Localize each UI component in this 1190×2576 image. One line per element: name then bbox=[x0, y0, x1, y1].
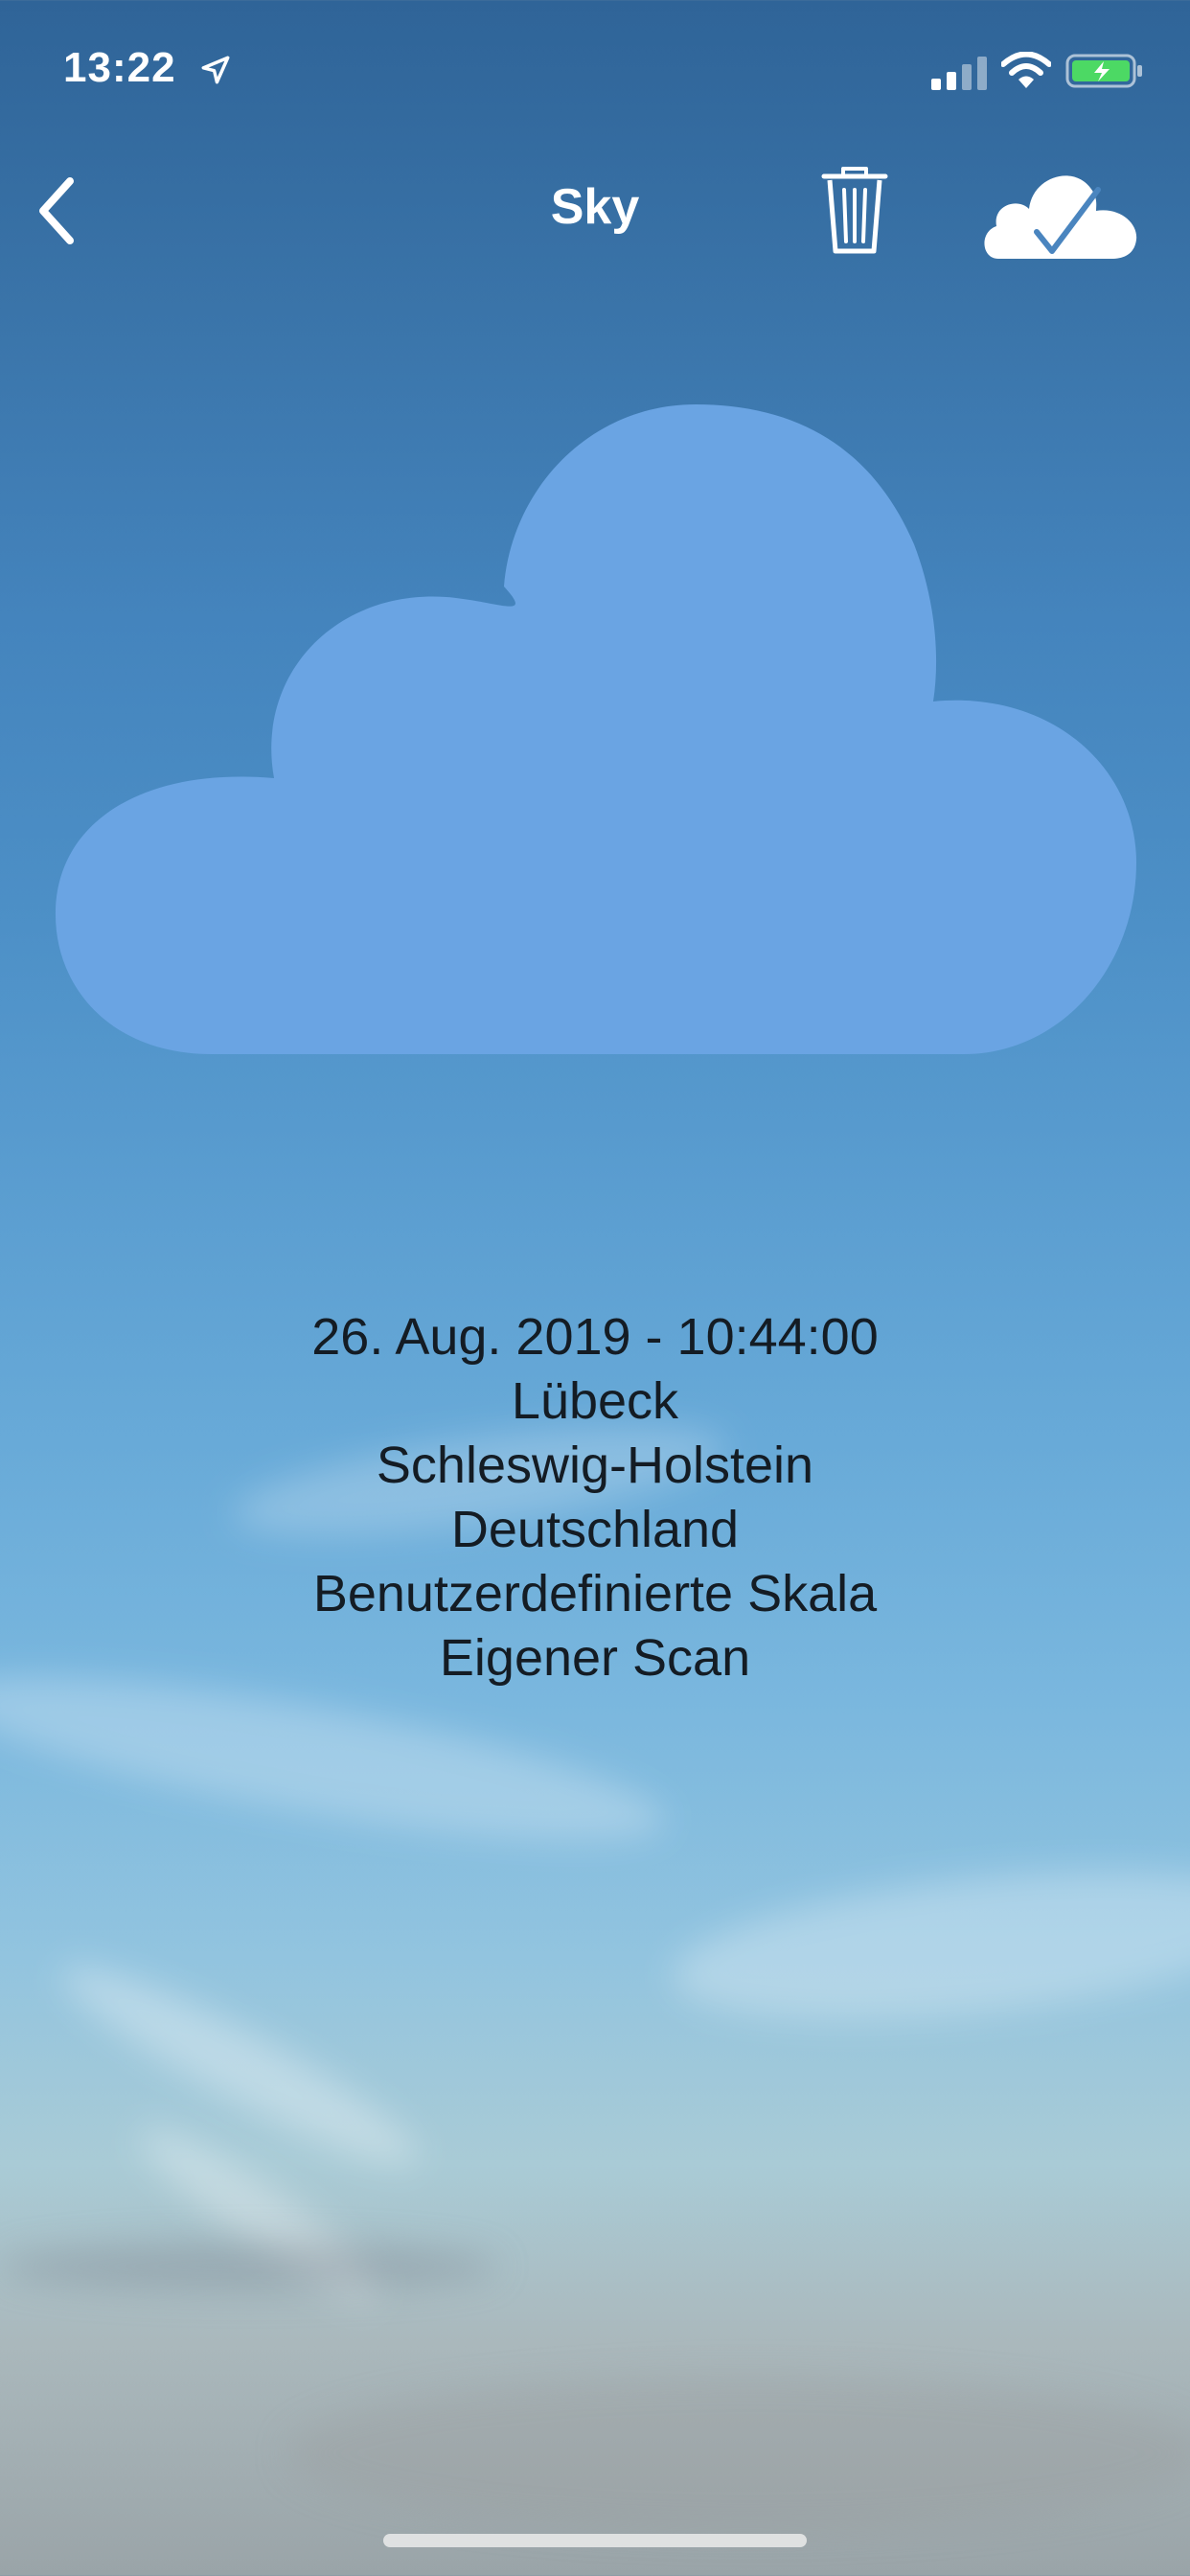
home-indicator[interactable] bbox=[383, 2534, 807, 2547]
scan-datetime: 26. Aug. 2019 - 10:44:00 bbox=[311, 1308, 879, 1366]
trash-icon bbox=[821, 167, 888, 254]
background-cloud-wisp bbox=[287, 2377, 1190, 2530]
scan-city: Lübeck bbox=[511, 1372, 679, 1430]
cloud-check-icon bbox=[984, 175, 1137, 259]
scan-scale: Benutzerdefinierte Skala bbox=[312, 1565, 878, 1622]
delete-button[interactable] bbox=[814, 165, 895, 257]
background-cloud-wisp bbox=[665, 1846, 1190, 2045]
upload-cloud-button[interactable] bbox=[977, 155, 1140, 261]
navigation-bar: Sky bbox=[0, 144, 1190, 278]
background-cloud-wisp bbox=[0, 2242, 498, 2290]
cellular-signal-icon bbox=[931, 57, 987, 90]
scan-country: Deutschland bbox=[450, 1501, 740, 1558]
scan-source: Eigener Scan bbox=[439, 1629, 751, 1687]
status-time: 13:22 bbox=[63, 44, 176, 91]
wifi-icon bbox=[1001, 52, 1051, 88]
location-arrow-icon bbox=[201, 56, 230, 84]
scan-state: Schleswig-Holstein bbox=[376, 1437, 814, 1494]
battery-charging-icon bbox=[1065, 54, 1142, 88]
scan-details: 26. Aug. 2019 - 10:44:00 Lübeck Schleswi… bbox=[0, 1305, 1190, 1690]
status-bar: 13:22 bbox=[0, 0, 1190, 134]
cloud-icon bbox=[55, 404, 1136, 1054]
background-cloud-wisp bbox=[46, 1941, 433, 2190]
